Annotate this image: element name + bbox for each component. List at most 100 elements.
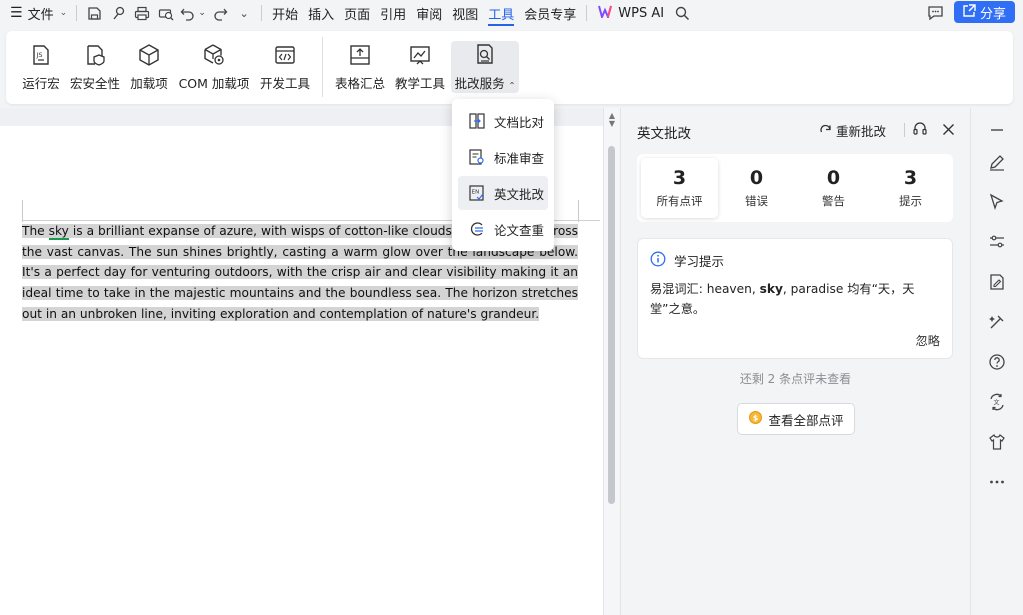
tip-text-1: 易混词汇: heaven, (650, 282, 760, 296)
learning-tip-card[interactable]: 学习提示 易混词汇: heaven, sky, paradise 均有“天，天堂… (637, 238, 953, 359)
table-summary-icon (348, 43, 372, 67)
tab-tools[interactable]: 工具 (483, 2, 519, 26)
menu-bar: ☰ 文件 ⌄ ⌄ ⌄ 开始 插入 页面 引用 审阅 视图 工具 会员专享 WPS… (0, 0, 1023, 26)
menu-item-english-correction[interactable]: EN 英文批改 (458, 176, 548, 210)
collapse-icon[interactable] (986, 119, 1008, 141)
view-all-label: 查看全部点评 (768, 412, 844, 428)
save-icon[interactable] (82, 2, 106, 24)
tip-keyword: sky (759, 282, 783, 296)
scrollbar-thumb[interactable] (608, 146, 615, 504)
table-summary-label: 表格汇总 (334, 76, 385, 91)
magic-tools-icon[interactable] (986, 311, 1008, 333)
print-icon[interactable] (130, 2, 154, 24)
separator (261, 5, 263, 21)
developer-tools-label: 开发工具 (259, 76, 310, 91)
separator (76, 5, 78, 21)
stat-all-comments[interactable]: 3 所有点评 (641, 158, 718, 218)
more-chevron-icon[interactable]: ⌄ (232, 2, 256, 24)
chalkboard-icon (408, 43, 432, 67)
tab-references[interactable]: 引用 (375, 2, 411, 24)
macro-security-button[interactable]: 宏安全性 (67, 41, 123, 93)
teaching-tools-button[interactable]: 教学工具 (392, 41, 448, 93)
more-icon[interactable] (986, 471, 1008, 493)
add-ins-label: 加载项 (130, 76, 168, 91)
right-sidebar-toolbar: 文 (970, 108, 1023, 615)
ignore-button[interactable]: 忽略 (916, 331, 940, 349)
stat-label: 警告 (822, 194, 845, 208)
english-correction-icon: EN (468, 184, 486, 202)
macro-security-label: 宏安全性 (69, 76, 120, 91)
panel-title: 英文批改 (637, 126, 691, 142)
stat-label: 错误 (745, 194, 768, 208)
svg-text:$: $ (753, 414, 759, 423)
code-window-icon (273, 43, 297, 67)
tab-view[interactable]: 视图 (447, 2, 483, 24)
developer-tools-button[interactable]: 开发工具 (256, 41, 314, 93)
redo-icon[interactable] (208, 2, 232, 24)
svg-text:JS: JS (36, 51, 43, 59)
translate-icon[interactable]: 文 (986, 391, 1008, 413)
undo-icon[interactable] (178, 2, 196, 24)
recheck-button[interactable]: 重新批改 (819, 121, 886, 140)
view-all-comments-button[interactable]: $ 查看全部点评 (737, 403, 855, 435)
document-edit-icon[interactable] (986, 271, 1008, 293)
menu-item-standard-review[interactable]: 标准审查 (458, 140, 548, 174)
help-icon[interactable] (986, 351, 1008, 373)
menu-item-plagiarism-check[interactable]: 论文查重 (458, 212, 548, 246)
shirt-icon[interactable] (986, 431, 1008, 453)
coin-icon: $ (748, 410, 763, 428)
tab-page[interactable]: 页面 (339, 2, 375, 24)
customer-service-icon[interactable] (911, 120, 929, 138)
format-painter-icon[interactable] (106, 2, 130, 24)
stat-count: 3 (903, 167, 918, 189)
tools-ribbon: JS 运行宏 宏安全性 加载项 COM 加载项 开发工具 表格汇总 教学工具 批… (6, 31, 1013, 104)
com-add-ins-button[interactable]: COM 加载项 (176, 41, 252, 93)
stat-hints[interactable]: 3 提示 (872, 158, 949, 218)
search-icon[interactable] (670, 2, 694, 24)
document-scrollbar[interactable]: ▲ ▼ (603, 108, 619, 615)
hamburger-icon: ☰ (10, 5, 23, 21)
chevron-down-icon: ⌄ (59, 8, 68, 18)
file-menu-label: 文件 (27, 7, 54, 23)
undo-dropdown-chevron-icon[interactable]: ⌄ (196, 2, 208, 24)
stat-errors[interactable]: 0 错误 (718, 158, 795, 218)
share-label: 分享 (979, 6, 1006, 22)
remaining-comments-text: 还剩 2 条点评未查看 (739, 372, 852, 386)
pen-icon[interactable] (986, 151, 1008, 173)
close-icon[interactable] (939, 120, 957, 138)
tab-insert[interactable]: 插入 (303, 2, 339, 24)
chevron-up-icon: ⌃ (508, 81, 516, 90)
wps-ai-button[interactable]: WPS AI (592, 5, 670, 22)
stat-warnings[interactable]: 0 警告 (795, 158, 872, 218)
recheck-label: 重新批改 (836, 124, 887, 139)
share-button[interactable]: 分享 (953, 1, 1015, 23)
tab-home[interactable]: 开始 (267, 2, 303, 24)
comment-stats: 3 所有点评 0 错误 0 警告 3 提示 (637, 154, 953, 222)
tab-review[interactable]: 审阅 (411, 2, 447, 24)
margin-marker-right (578, 200, 579, 222)
com-cube-gear-icon (202, 43, 226, 67)
add-ins-button[interactable]: 加载项 (126, 41, 172, 93)
comment-bubble-icon[interactable] (923, 1, 947, 23)
panel-header-separator (904, 123, 905, 137)
print-preview-icon[interactable] (154, 2, 178, 24)
run-macro-button[interactable]: JS 运行宏 (17, 41, 65, 93)
flagged-word[interactable]: sky (48, 224, 69, 240)
separator (586, 5, 588, 21)
file-menu[interactable]: ☰ 文件 ⌄ (6, 2, 71, 24)
scroll-arrows-icon[interactable]: ▲ ▼ (606, 112, 618, 128)
refresh-icon (819, 123, 832, 139)
correction-service-button[interactable]: 批改服务 ⌃ (451, 41, 519, 93)
select-cursor-icon[interactable] (986, 191, 1008, 213)
teaching-tools-label: 教学工具 (394, 76, 445, 91)
cube-icon (137, 43, 161, 67)
ribbon-separator (322, 37, 323, 97)
table-summary-button[interactable]: 表格汇总 (332, 41, 388, 93)
svg-text:文: 文 (994, 399, 1000, 407)
tip-heading: 学习提示 (674, 254, 725, 269)
svg-text:EN: EN (472, 190, 480, 196)
settings-sliders-icon[interactable] (986, 231, 1008, 253)
tab-member[interactable]: 会员专享 (519, 2, 581, 24)
menu-item-document-compare[interactable]: 文档比对 (458, 104, 548, 138)
margin-marker-left (22, 200, 23, 222)
